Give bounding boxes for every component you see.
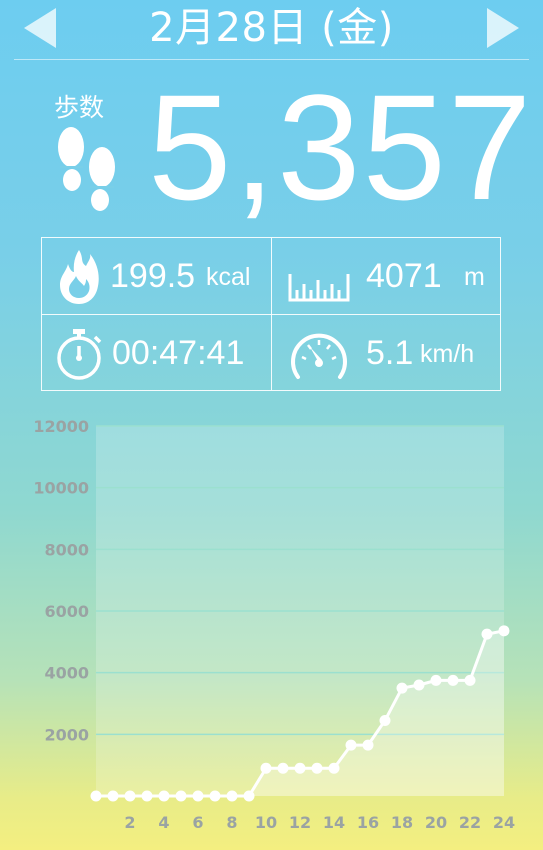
time-cell: 00:47:41 — [42, 315, 271, 391]
data-point — [226, 790, 238, 802]
x-tick-label: 8 — [226, 813, 237, 832]
date-title: 2月28日 (金) — [149, 5, 394, 51]
x-tick-label: 2 — [124, 813, 135, 832]
footprints-icon — [58, 127, 115, 211]
x-tick-label: 22 — [459, 813, 481, 832]
data-point — [141, 790, 153, 802]
data-point — [192, 790, 204, 802]
distance-cell: 4071 m — [272, 238, 501, 314]
next-day-arrow-icon[interactable] — [485, 6, 521, 50]
hourly-steps-chart: 20004000600080001000012000 2 4 6 8 10 12 14 16 1… — [33, 417, 515, 832]
date-header: 2月28日 (金) — [0, 0, 543, 60]
data-point — [209, 790, 221, 802]
x-tick-label: 14 — [323, 813, 345, 832]
x-tick-label: 24 — [493, 813, 515, 832]
speedometer-icon — [291, 333, 347, 379]
data-point — [345, 739, 357, 751]
y-tick-label: 12000 — [33, 417, 89, 436]
ruler-icon — [288, 274, 350, 302]
y-axis-labels: 2000 4000 6000 8000 10000 12000 — [33, 417, 89, 744]
data-point — [260, 762, 272, 774]
speed-unit: km/h — [420, 340, 475, 368]
data-point — [447, 674, 459, 686]
x-tick-label: 18 — [391, 813, 413, 832]
stopwatch-icon — [57, 329, 102, 380]
y-tick-label: 10000 — [33, 479, 89, 498]
data-point — [277, 762, 289, 774]
y-tick-label: 4000 — [44, 664, 89, 683]
elapsed-time-value: 00:47:41 — [112, 334, 245, 372]
x-tick-label: 16 — [357, 813, 379, 832]
data-point — [294, 762, 306, 774]
data-point — [175, 790, 187, 802]
data-point — [124, 790, 136, 802]
x-tick-label: 4 — [158, 813, 169, 832]
y-tick-label: 8000 — [44, 540, 89, 559]
data-point — [464, 674, 476, 686]
header-divider — [14, 59, 529, 60]
y-tick-label: 6000 — [44, 602, 89, 621]
data-point — [311, 762, 323, 774]
data-point — [107, 790, 119, 802]
data-point — [379, 714, 391, 726]
steps-count: 5,357 — [148, 63, 534, 231]
data-point — [243, 790, 255, 802]
data-point — [498, 625, 510, 637]
calories-cell: 199.5 kcal — [42, 238, 271, 314]
data-point — [328, 762, 340, 774]
steps-label: 歩数 — [54, 93, 105, 122]
calories-unit: kcal — [206, 263, 251, 291]
data-point — [413, 679, 425, 691]
data-point — [158, 790, 170, 802]
flame-icon — [60, 250, 99, 304]
data-point — [90, 790, 102, 802]
speed-value: 5.1 — [366, 334, 414, 372]
data-point — [396, 682, 408, 694]
y-tick-label: 2000 — [44, 725, 89, 744]
data-point — [362, 739, 374, 751]
x-axis-labels: 2 4 6 8 10 12 14 16 18 20 22 24 — [124, 813, 515, 832]
data-point — [430, 674, 442, 686]
data-point — [481, 628, 493, 640]
x-tick-label: 20 — [425, 813, 447, 832]
calories-value: 199.5 — [110, 257, 196, 295]
x-tick-label: 12 — [289, 813, 311, 832]
distance-value: 4071 — [366, 257, 442, 295]
x-tick-label: 10 — [255, 813, 277, 832]
stats-grid: 199.5 kcal 4071 m 00:47:41 5.1 km/h — [41, 237, 501, 391]
speed-cell: 5.1 km/h — [272, 315, 501, 391]
x-tick-label: 6 — [192, 813, 203, 832]
distance-unit: m — [464, 263, 485, 291]
